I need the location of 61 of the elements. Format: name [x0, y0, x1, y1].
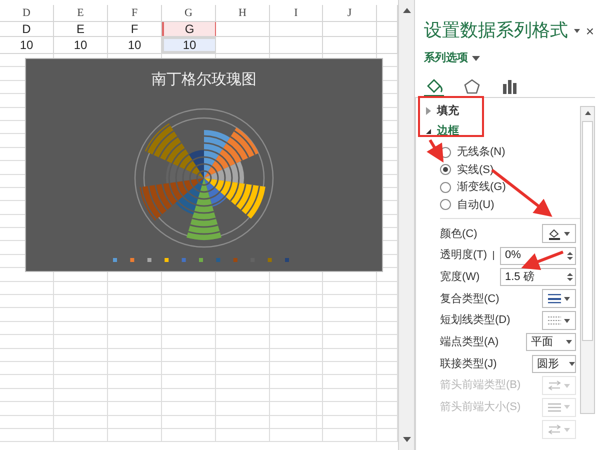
column-header[interactable]: J	[347, 4, 352, 22]
chart-area[interactable]: 南丁格尔玫瑰图	[25, 58, 383, 272]
dotted-lines-icon	[548, 315, 561, 326]
close-button[interactable]: ×	[586, 24, 594, 38]
lines-icon	[548, 293, 561, 304]
field-label: 透明度(T)	[440, 248, 488, 264]
scrollbar[interactable]	[398, 0, 415, 450]
radio-button[interactable]	[440, 199, 451, 210]
spin-field[interactable]: 1.5 磅	[500, 268, 576, 286]
radio-label[interactable]: 渐变线(G)	[457, 179, 506, 196]
field-label: 复合类型(C)	[440, 292, 500, 307]
radio-button[interactable]	[440, 164, 451, 176]
field-label: 箭头前端大小(S)	[440, 400, 521, 416]
scroll-up-icon[interactable]	[584, 111, 590, 115]
column-header[interactable]: F	[131, 4, 138, 22]
field-label: 短划线类型(D)	[440, 313, 510, 328]
scroll-thumb[interactable]	[582, 121, 593, 341]
column-header[interactable]: G	[184, 4, 192, 22]
annotation-arrow	[521, 250, 564, 270]
paint-bucket-icon	[548, 227, 561, 240]
table-cell: E	[54, 22, 108, 36]
lines-icon	[548, 402, 561, 413]
annotation-arrow	[426, 139, 444, 163]
radio-label[interactable]: 自动(U)	[457, 196, 494, 213]
style-dropdown[interactable]	[542, 289, 576, 308]
field-label: 联接类型(J)	[440, 356, 497, 372]
chart-title: 南丁格尔玫瑰图	[152, 70, 256, 90]
spinner-icon[interactable]	[567, 252, 573, 260]
scroll-up-icon[interactable]	[402, 8, 410, 13]
pentagon-icon[interactable]	[462, 76, 482, 96]
field-label: 箭头前端类型(B)	[440, 378, 521, 394]
radio-label[interactable]: 无线条(N)	[457, 144, 506, 160]
scrollbar[interactable]	[580, 106, 595, 414]
table-cell: 10	[0, 37, 54, 53]
arrows-icon	[548, 424, 561, 436]
section-header[interactable]: 填充	[422, 101, 580, 121]
column-header[interactable]: H	[238, 4, 246, 22]
dropdown-field[interactable]: 圆形	[532, 354, 576, 373]
scroll-down-icon[interactable]	[402, 437, 410, 442]
rose-sector[interactable]	[140, 178, 204, 221]
color-picker-button[interactable]	[542, 224, 576, 244]
table-cell: G	[162, 22, 216, 36]
annotation-frame	[418, 96, 484, 137]
spinner-icon[interactable]	[567, 273, 573, 282]
options-menu[interactable]: 系列选项	[415, 50, 600, 66]
column-header[interactable]: D	[22, 4, 30, 22]
arrows-icon	[548, 380, 561, 392]
pane-title: 设置数据系列格式	[424, 19, 568, 42]
table-cell: 10	[162, 37, 216, 53]
field-label: 颜色(C)	[440, 226, 478, 242]
rose-sector[interactable]	[188, 150, 204, 178]
table-cell: 10	[54, 37, 108, 53]
column-header[interactable]: E	[77, 4, 84, 22]
column-header[interactable]: I	[294, 4, 298, 22]
radio-button[interactable]	[440, 182, 451, 193]
dropdown-field[interactable]: 平面	[526, 333, 576, 352]
field-label: 端点类型(A)	[440, 334, 499, 350]
dropdown-icon[interactable]	[574, 28, 580, 32]
table-cell: D	[0, 22, 54, 36]
field-label: 宽度(W)	[440, 270, 480, 285]
paint-bucket-icon[interactable]	[424, 76, 444, 96]
